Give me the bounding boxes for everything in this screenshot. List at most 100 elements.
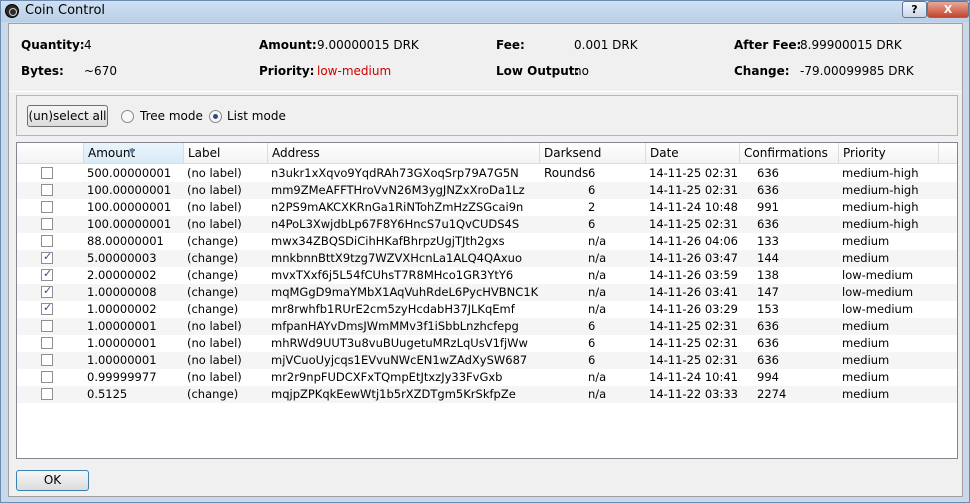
- cell-priority: medium: [842, 370, 890, 384]
- cell-priority: medium-high: [842, 200, 919, 214]
- table-row[interactable]: 1.00000001 (no label) mhRWd9UUT3u8vuBUuget…: [17, 335, 957, 352]
- cell-amount: 1.00000001: [87, 353, 157, 367]
- cell-date: 14-11-25 02:31: [649, 336, 738, 350]
- cell-date: 14-11-26 04:06: [649, 234, 738, 248]
- quantity-value: 4: [84, 38, 92, 52]
- row-checkbox[interactable]: [41, 320, 53, 332]
- row-checkbox[interactable]: [41, 301, 53, 315]
- cell-address: mm9ZMeAFFTHroVvN26M3ygJNZxXroDa1Lz: [271, 183, 525, 197]
- cell-amount: 1.00000001: [87, 319, 157, 333]
- cell-amount: 5.00000003: [87, 251, 157, 265]
- cell-label: (no label): [187, 336, 242, 350]
- cell-priority: medium-high: [842, 217, 919, 231]
- cell-label: (change): [187, 302, 239, 316]
- cell-label: (change): [187, 234, 239, 248]
- row-checkbox[interactable]: [41, 354, 53, 366]
- cell-label: (change): [187, 251, 239, 265]
- cell-amount: 100.00000001: [87, 200, 172, 214]
- tree-mode-radio[interactable]: [121, 110, 134, 123]
- window-title: Coin Control: [25, 3, 106, 18]
- row-checkbox[interactable]: [41, 388, 53, 400]
- table-row[interactable]: 1.00000001 (no label) mfpanHAYvDmsJWmMMv3f…: [17, 318, 957, 335]
- list-mode-label: List mode: [227, 109, 286, 123]
- table-row[interactable]: 500.00000001 (no label) n3ukr1xXqvo9YqdRAh…: [17, 165, 957, 182]
- table-row[interactable]: 5.00000003 (change) mnkbnnBttX9tzg7WZVXHcn…: [17, 250, 957, 267]
- cell-label: (no label): [187, 166, 242, 180]
- col-confirmations-header[interactable]: Confirmations: [740, 143, 839, 164]
- cell-priority: medium: [842, 336, 890, 350]
- cell-address: mfpanHAYvDmsJWmMMv3f1iSbbLnzhcfepg: [271, 319, 519, 333]
- cell-priority: low-medium: [842, 268, 914, 282]
- cell-address: mqjpZPKqkEewWtj1b5rXZDTgm5KrSkfpZe: [271, 387, 516, 401]
- col-amount-header[interactable]: ▼ Amount: [84, 143, 184, 164]
- cell-date: 14-11-26 03:29: [649, 302, 738, 316]
- cell-rounds: 6: [588, 217, 596, 231]
- divider: [9, 91, 962, 92]
- row-checkbox[interactable]: [41, 218, 53, 230]
- table-row[interactable]: 2.00000002 (change) mvxTXxf6j5L54fCUhsT7R8…: [17, 267, 957, 284]
- cell-amount: 0.99999977: [87, 370, 157, 384]
- table-row[interactable]: 100.00000001 (no label) mm9ZMeAFFTHroVvN26…: [17, 182, 957, 199]
- row-checkbox[interactable]: [41, 184, 53, 196]
- cell-rounds: 2: [588, 200, 596, 214]
- low-output-value: no: [574, 64, 589, 78]
- table-row[interactable]: 0.99999977 (no label) mr2r9npFUDCXFxTQmpEt…: [17, 369, 957, 386]
- row-checkbox[interactable]: [41, 267, 53, 281]
- cell-confirmations: 147: [757, 285, 779, 299]
- cell-address: mvxTXxf6j5L54fCUhsT7R8MHco1GR3YtY6: [271, 268, 514, 282]
- col-darksend-rounds-header[interactable]: Darksend Rounds: [540, 143, 646, 180]
- help-button[interactable]: ?: [902, 1, 927, 18]
- row-checkbox[interactable]: [41, 235, 53, 247]
- cell-rounds: n/a: [588, 387, 607, 401]
- row-checkbox[interactable]: [41, 167, 53, 179]
- coin-control-window: Coin Control ? X Quantity: 4 Bytes: ~670…: [0, 0, 970, 503]
- list-mode-radio[interactable]: [209, 110, 222, 123]
- row-checkbox[interactable]: [41, 201, 53, 213]
- cell-date: 14-11-25 02:31: [649, 183, 738, 197]
- cell-rounds: n/a: [588, 234, 607, 248]
- cell-confirmations: 138: [757, 268, 779, 282]
- row-checkbox[interactable]: [41, 250, 53, 264]
- cell-amount: 2.00000002: [87, 268, 157, 282]
- row-checkbox[interactable]: [41, 337, 53, 349]
- col-date-header[interactable]: Date: [646, 143, 740, 164]
- cell-priority: medium: [842, 234, 890, 248]
- table-row[interactable]: 0.5125 (change) mqjpZPKqkEewWtj1b5rXZDTgm5…: [17, 386, 957, 403]
- amount-label: Amount:: [259, 38, 317, 52]
- col-label-header[interactable]: Label: [184, 143, 268, 164]
- col-address-header[interactable]: Address: [268, 143, 540, 164]
- cell-label: (no label): [187, 353, 242, 367]
- select-all-button[interactable]: (un)select all: [27, 105, 108, 127]
- cell-label: (no label): [187, 183, 242, 197]
- mode-toolbar: (un)select all Tree mode List mode: [16, 95, 958, 136]
- table-row[interactable]: 1.00000001 (no label) mjVCuoUyjcqs1EVvuNWc…: [17, 352, 957, 369]
- table-row[interactable]: 1.00000008 (change) mqMGgD9maYMbX1AqVuhRde…: [17, 284, 957, 301]
- col-priority-header[interactable]: Priority: [839, 143, 939, 164]
- cell-amount: 0.5125: [87, 387, 128, 401]
- col-select-header[interactable]: [17, 143, 84, 164]
- cell-label: (change): [187, 387, 239, 401]
- cell-address: mr2r9npFUDCXFxTQmpEtJtxzJy33FvGxb: [271, 370, 503, 384]
- cell-rounds: 6: [588, 183, 596, 197]
- cell-confirmations: 636: [757, 353, 779, 367]
- cell-date: 14-11-25 02:31: [649, 217, 738, 231]
- table-row[interactable]: 100.00000001 (no label) n2PS9mAKCXKRnGa1Ri…: [17, 199, 957, 216]
- cell-address: mwx34ZBQSDiCihHKafBhrpzUgjTJth2gxs: [271, 234, 505, 248]
- table-row[interactable]: 1.00000002 (change) mr8rwhfb1RUrE2cm5zyHcd…: [17, 301, 957, 318]
- ok-button[interactable]: OK: [16, 470, 89, 491]
- cell-label: (no label): [187, 217, 242, 231]
- table-row[interactable]: 88.00000001 (change) mwx34ZBQSDiCihHKafBhr…: [17, 233, 957, 250]
- fee-label: Fee:: [496, 38, 525, 52]
- cell-confirmations: 144: [757, 251, 779, 265]
- table-row[interactable]: 100.00000001 (no label) n4PoL3XwjdbLp67F8Y…: [17, 216, 957, 233]
- cell-amount: 88.00000001: [87, 234, 164, 248]
- cell-amount: 500.00000001: [87, 166, 172, 180]
- cell-label: (change): [187, 285, 239, 299]
- cell-priority: medium-high: [842, 183, 919, 197]
- row-checkbox[interactable]: [41, 371, 53, 383]
- cell-date: 14-11-24 10:41: [649, 370, 738, 384]
- cell-date: 14-11-26 03:59: [649, 268, 738, 282]
- close-button[interactable]: X: [927, 1, 969, 18]
- cell-label: (change): [187, 268, 239, 282]
- row-checkbox[interactable]: [41, 284, 53, 298]
